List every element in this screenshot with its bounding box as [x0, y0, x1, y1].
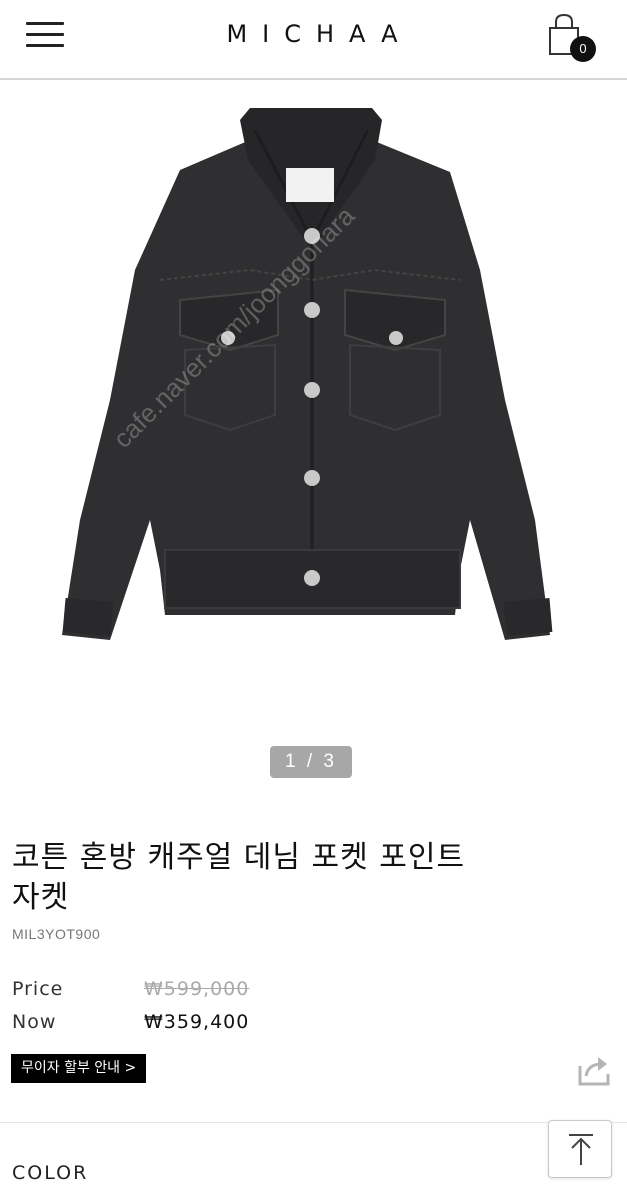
product-title-line2: 자켓 [12, 880, 70, 915]
installment-info-button[interactable]: 무이자 할부 안내 > [11, 1054, 147, 1083]
color-option-label: COLOR [12, 1162, 89, 1184]
shopping-bag-button[interactable]: 0 [546, 12, 602, 64]
gallery-pager: 1 / 3 [270, 746, 352, 778]
sale-price: ₩359,400 [144, 1011, 250, 1033]
product-title-line1: 코튼 혼방 캐주얼 데님 포켓 포인트 [12, 840, 466, 875]
section-divider [0, 1122, 627, 1123]
share-icon [578, 1057, 610, 1086]
cart-count-badge: 0 [570, 36, 596, 62]
product-image-gallery[interactable]: cafe.naver.com/joonggonara [0, 82, 627, 802]
top-header: MICHAA 0 [0, 0, 627, 80]
price-label: Price [12, 978, 64, 1000]
share-button[interactable] [574, 1052, 614, 1088]
now-label: Now [12, 1011, 57, 1033]
product-info: 코튼 혼방 캐주얼 데님 포켓 포인트 자켓 MIL3YOT900 [12, 838, 612, 942]
original-price: ₩599,000 [144, 978, 250, 1000]
sale-price-row: Now ₩359,400 [12, 1011, 249, 1033]
scroll-to-top-button[interactable] [548, 1120, 612, 1178]
arrow-up-icon [569, 1134, 593, 1165]
brand-logo[interactable]: MICHAA [0, 20, 627, 48]
denim-jacket-image [62, 108, 553, 640]
product-code: MIL3YOT900 [12, 926, 101, 942]
original-price-row: Price ₩599,000 [12, 978, 249, 1000]
product-title: 코튼 혼방 캐주얼 데님 포켓 포인트 자켓 [12, 838, 612, 918]
